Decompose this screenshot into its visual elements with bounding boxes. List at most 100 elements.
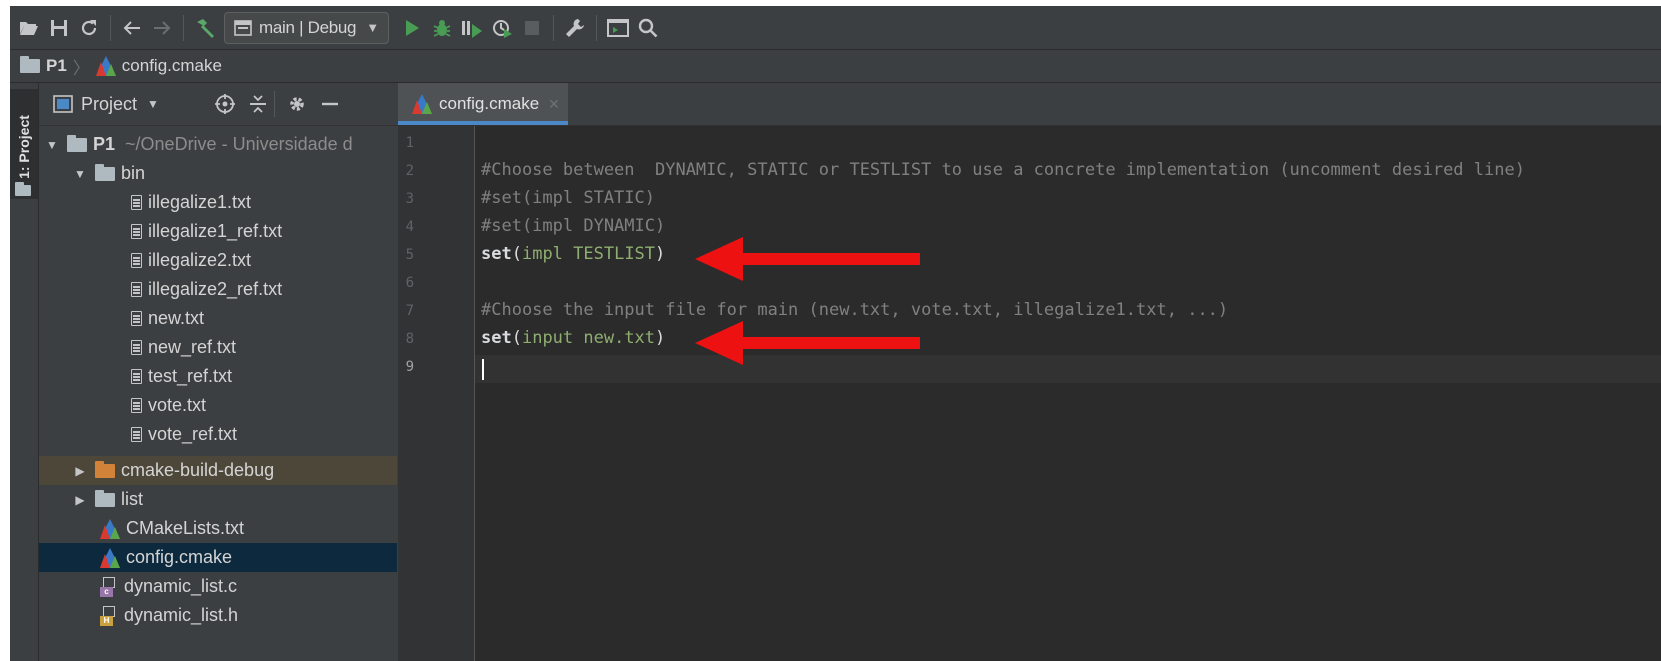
open-folder-icon[interactable] — [14, 13, 44, 43]
tree-item-label: new.txt — [148, 308, 205, 328]
minimize-icon[interactable] — [321, 94, 339, 114]
sync-icon[interactable] — [74, 13, 104, 43]
arguments: impl TESTLIST — [521, 244, 656, 264]
tree-file[interactable]: illegalize2_ref.txt — [39, 275, 397, 304]
cmake-file-icon — [95, 56, 116, 76]
terminal-icon[interactable] — [603, 13, 633, 43]
line-number: 5 — [405, 247, 414, 263]
editor-gutter: 1 2 3 4 5 6 7 8 9 — [398, 126, 475, 661]
annotation-arrow-icon — [695, 237, 920, 281]
project-tool-window-tab[interactable]: 1: Project — [10, 89, 38, 199]
tree-folder-cmake-build-debug[interactable]: ▶ cmake-build-debug — [39, 456, 397, 485]
tree-file[interactable]: new_ref.txt — [39, 333, 397, 362]
debug-bug-icon[interactable] — [427, 13, 457, 43]
tree-root-p1[interactable]: ▼ P1 ~/OneDrive - Universidade d — [39, 130, 397, 159]
text-file-icon — [131, 340, 142, 355]
code-line-3: #set(impl STATIC) — [481, 188, 655, 208]
tree-file[interactable]: illegalize1.txt — [39, 188, 397, 217]
tree-item-label: illegalize2.txt — [148, 250, 252, 270]
tree-folder-list[interactable]: ▶ list — [39, 485, 397, 514]
code-editor[interactable]: #Choose between DYNAMIC, STATIC or TESTL… — [475, 126, 1661, 661]
cmake-file-icon — [412, 94, 432, 114]
back-icon[interactable] — [117, 13, 147, 43]
expanded-arrow-icon[interactable]: ▼ — [43, 138, 61, 152]
line-number: 7 — [405, 303, 414, 319]
code-line-4: #set(impl DYNAMIC) — [481, 216, 666, 236]
text-file-icon — [131, 369, 142, 384]
tree-file[interactable]: new.txt — [39, 304, 397, 333]
text-file-icon — [131, 282, 142, 297]
current-line-highlight — [475, 355, 1661, 383]
run-icon[interactable] — [397, 13, 427, 43]
code-line-2: #Choose between DYNAMIC, STATIC or TESTL… — [481, 160, 1525, 180]
line-number: 1 — [405, 135, 414, 151]
tree-item-label: new_ref.txt — [148, 337, 237, 357]
tree-file[interactable]: H dynamic_list.h — [39, 601, 397, 630]
tree-item-label: dynamic_list.h — [124, 605, 239, 625]
expanded-arrow-icon[interactable]: ▼ — [71, 167, 89, 181]
run-with-coverage-icon[interactable] — [457, 13, 487, 43]
tree-file[interactable]: vote_ref.txt — [39, 420, 397, 449]
tree-item-label: bin — [121, 163, 146, 183]
tree-file[interactable]: test_ref.txt — [39, 362, 397, 391]
line-number: 4 — [405, 219, 414, 235]
c-source-file-icon: c — [100, 576, 118, 597]
breadcrumb-separator-icon: 〉 — [72, 58, 90, 78]
tree-root-path: ~/OneDrive - Universidade d — [125, 134, 353, 154]
code-line-5: set(impl TESTLIST) — [481, 244, 665, 264]
line-number: 2 — [405, 163, 414, 179]
tree-folder-bin[interactable]: ▼ bin — [39, 159, 397, 188]
line-number: 6 — [405, 275, 414, 291]
paren-open: ( — [511, 244, 522, 264]
toolbar-separator — [273, 91, 275, 117]
tree-file[interactable]: vote.txt — [39, 391, 397, 420]
breadcrumb-project[interactable]: P1 — [46, 56, 67, 76]
save-icon[interactable] — [44, 13, 74, 43]
ide-window: main | Debug ▼ P1 〉 config.cmake 1: Proj… — [10, 6, 1661, 661]
collapsed-arrow-icon[interactable]: ▶ — [71, 464, 89, 478]
keyword-set: set — [481, 244, 512, 264]
annotation-arrow-icon — [695, 321, 920, 365]
tree-file[interactable]: illegalize2.txt — [39, 246, 397, 275]
active-tab-indicator — [398, 121, 568, 125]
code-line-8: set(input new.txt) — [481, 328, 665, 348]
text-file-icon — [131, 398, 142, 413]
breadcrumb: P1 〉 config.cmake — [10, 50, 1661, 83]
collapse-all-icon[interactable] — [248, 94, 268, 114]
project-tool-window-label: 1: Project — [16, 115, 32, 179]
collapsed-arrow-icon[interactable]: ▶ — [71, 493, 89, 507]
build-hammer-icon[interactable] — [190, 13, 220, 43]
tree-item-label: cmake-build-debug — [121, 460, 275, 480]
tree-item-label: list — [121, 489, 143, 509]
chevron-down-icon[interactable]: ▼ — [147, 97, 159, 111]
toolbar-separator — [552, 14, 554, 41]
close-icon[interactable]: ✕ — [548, 96, 560, 113]
tree-item-label: test_ref.txt — [148, 366, 233, 386]
gear-icon[interactable] — [287, 94, 307, 114]
run-configuration-selector[interactable]: main | Debug ▼ — [224, 11, 389, 44]
search-icon[interactable] — [633, 13, 663, 43]
stop-icon[interactable] — [517, 13, 547, 43]
project-view-selector[interactable]: Project — [81, 94, 137, 115]
line-number: 3 — [405, 191, 414, 207]
tab-config-cmake[interactable]: config.cmake ✕ — [398, 83, 568, 125]
profile-icon[interactable] — [487, 13, 517, 43]
tree-file[interactable]: illegalize1_ref.txt — [39, 217, 397, 246]
tree-item-label: illegalize2_ref.txt — [148, 279, 283, 299]
editor-tab-bar: config.cmake ✕ — [398, 83, 1661, 126]
cmake-file-icon — [100, 547, 120, 568]
line-number-current: 9 — [405, 359, 414, 375]
tree-item-label: illegalize1_ref.txt — [148, 221, 283, 241]
tree-file[interactable]: c dynamic_list.c — [39, 572, 397, 601]
locate-crosshair-icon[interactable] — [214, 93, 236, 115]
settings-wrench-icon[interactable] — [560, 13, 590, 43]
tree-file[interactable]: CMakeLists.txt — [39, 514, 397, 543]
cmake-file-icon — [100, 518, 120, 539]
toolbar-separator — [183, 14, 184, 41]
paren-close: ) — [655, 328, 666, 348]
breadcrumb-file[interactable]: config.cmake — [122, 56, 222, 76]
forward-icon[interactable] — [147, 13, 177, 43]
tree-file-selected[interactable]: config.cmake — [39, 543, 397, 572]
code-line-7: #Choose the input file for main (new.txt… — [481, 300, 1229, 320]
arguments: input new.txt — [521, 328, 656, 348]
